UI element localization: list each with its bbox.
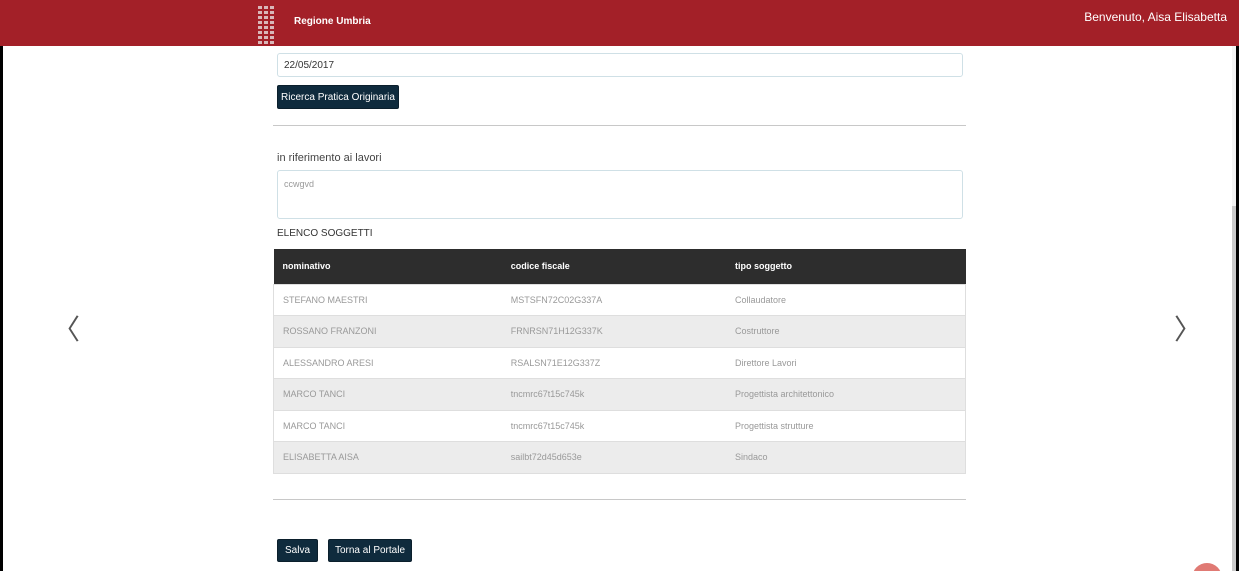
- lavori-label: in riferimento ai lavori: [277, 152, 382, 164]
- divider: [273, 499, 966, 500]
- cell-tipo-soggetto: Direttore Lavori: [725, 346, 966, 379]
- back-to-portal-button[interactable]: Torna al Portale: [328, 539, 412, 562]
- cell-nominativo: ALESSANDRO ARESI: [272, 346, 502, 379]
- cell-tipo-soggetto: Costruttore: [725, 315, 966, 348]
- cell-codice-fiscale: MSTSFN72C02G337A: [501, 283, 726, 316]
- welcome-user[interactable]: Benvenuto, Aisa Elisabetta: [1084, 10, 1227, 24]
- cell-nominativo: MARCO TANCI: [272, 409, 502, 442]
- date-field[interactable]: [277, 53, 963, 77]
- table-row[interactable]: MARCO TANCI tncmrc67t15c745k Progettista…: [272, 409, 966, 442]
- table-row[interactable]: ALESSANDRO ARESI RSALSN71E12G337Z Dirett…: [272, 346, 966, 379]
- brand-name: Regione Umbria: [294, 16, 371, 27]
- table-row[interactable]: STEFANO MAESTRI MSTSFN72C02G337A Collaud…: [272, 283, 966, 316]
- cell-nominativo: ELISABETTA AISA: [272, 441, 502, 474]
- top-bar: Regione Umbria Benvenuto, Aisa Elisabett…: [0, 0, 1239, 46]
- cell-codice-fiscale: FRNRSN71H12G337K: [501, 315, 726, 348]
- table-row[interactable]: ELISABETTA AISA sailbt72d45d653e Sindaco: [272, 441, 966, 474]
- cell-nominativo: STEFANO MAESTRI: [272, 283, 502, 316]
- search-original-practice-button[interactable]: Ricerca Pratica Originaria: [277, 85, 399, 109]
- page-scrollbar[interactable]: [1232, 46, 1236, 571]
- column-header-codice-fiscale: codice fiscale: [501, 249, 726, 284]
- table-row[interactable]: MARCO TANCI tncmrc67t15c745k Progettista…: [272, 378, 966, 411]
- cell-nominativo: MARCO TANCI: [272, 378, 502, 411]
- column-header-nominativo: nominativo: [273, 249, 502, 284]
- cell-codice-fiscale: tncmrc67t15c745k: [501, 409, 726, 442]
- column-header-tipo-soggetto: tipo soggetto: [725, 249, 966, 284]
- soggetti-table: nominativo codice fiscale tipo soggetto …: [272, 249, 966, 474]
- chevron-right-icon[interactable]: 〉: [1174, 316, 1202, 344]
- lavori-textarea[interactable]: ccwgvd: [277, 170, 963, 219]
- cell-nominativo: ROSSANO FRANZONI: [272, 315, 502, 348]
- table-header-row: nominativo codice fiscale tipo soggetto: [273, 249, 966, 284]
- cell-codice-fiscale: tncmrc67t15c745k: [501, 378, 726, 411]
- cell-tipo-soggetto: Collaudatore: [725, 283, 966, 316]
- soggetti-title: ELENCO SOGGETTI: [277, 228, 373, 239]
- save-button[interactable]: Salva: [277, 539, 318, 562]
- cell-tipo-soggetto: Progettista strutture: [725, 409, 966, 442]
- cell-tipo-soggetto: Sindaco: [725, 441, 966, 474]
- chevron-left-icon[interactable]: 〈: [52, 316, 80, 344]
- table-row[interactable]: ROSSANO FRANZONI FRNRSN71H12G337K Costru…: [272, 315, 966, 348]
- regione-umbria-logo-icon: [258, 6, 278, 44]
- scrollbar-thumb[interactable]: [1232, 206, 1236, 571]
- divider: [273, 125, 966, 126]
- cell-codice-fiscale: RSALSN71E12G337Z: [501, 346, 726, 379]
- cell-tipo-soggetto: Progettista architettonico: [725, 378, 966, 411]
- cell-codice-fiscale: sailbt72d45d653e: [501, 441, 726, 474]
